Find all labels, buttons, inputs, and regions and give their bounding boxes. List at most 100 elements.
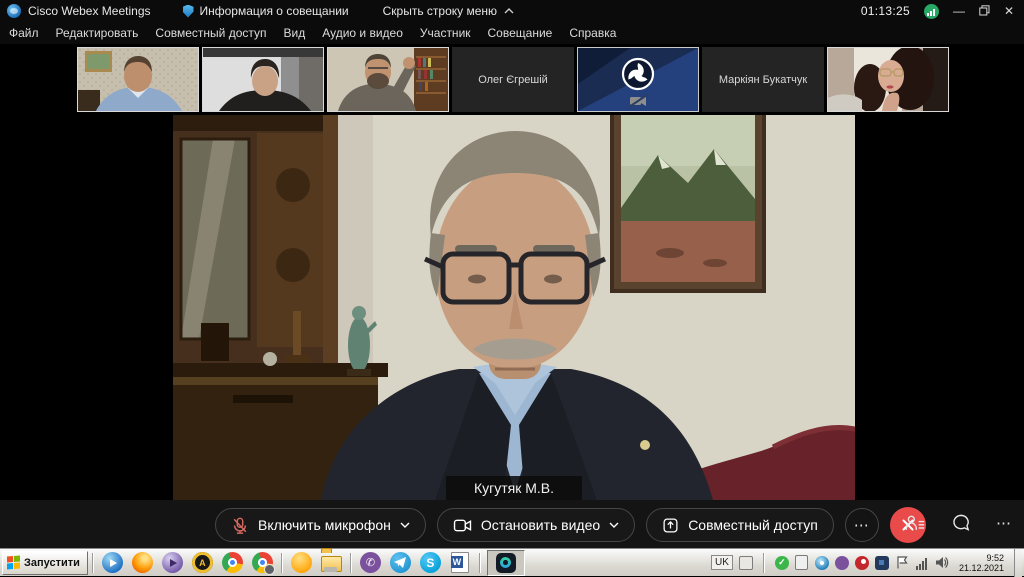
share-content-button[interactable]: Совместный доступ: [646, 508, 834, 542]
webex-taskbar-button-active[interactable]: [487, 550, 525, 576]
taskbar-separator: [479, 553, 481, 573]
kmplayer-icon[interactable]: [162, 552, 183, 573]
menu-item-file[interactable]: Файл: [9, 26, 39, 40]
menu-item-participant[interactable]: Участник: [420, 26, 471, 40]
tray-separator: [763, 553, 765, 573]
network-signal-icon[interactable]: [915, 556, 929, 570]
menu-item-edit[interactable]: Редактировать: [56, 26, 139, 40]
share-label: Совместный доступ: [688, 517, 818, 533]
keyboard-layout-icon[interactable]: [739, 556, 753, 570]
start-button[interactable]: Запустити: [2, 551, 88, 575]
action-center-flag-icon[interactable]: [895, 556, 909, 570]
tray-time: 9:52: [959, 553, 1004, 563]
menu-item-view[interactable]: Вид: [284, 26, 306, 40]
unmute-button[interactable]: Включить микрофон: [215, 508, 426, 542]
windows-taskbar: Запустити A ✆ S UK: [0, 548, 1024, 576]
participant-tile-video-1[interactable]: [77, 47, 199, 112]
webex-app-icon: [496, 553, 516, 573]
stop-video-label: Остановить видео: [481, 517, 600, 533]
more-options-button[interactable]: ⋯: [845, 508, 879, 542]
viber-tray-icon[interactable]: [835, 556, 849, 570]
stop-video-button[interactable]: Остановить видео: [437, 508, 635, 542]
chrome-canary-icon[interactable]: [291, 552, 312, 573]
language-indicator[interactable]: UK: [711, 555, 733, 570]
participant-video-thumbnail: [78, 48, 198, 111]
menubar: Файл Редактировать Совместный доступ Вид…: [0, 22, 1024, 44]
participants-panel-button[interactable]: [904, 513, 926, 532]
chat-panel-button[interactable]: [951, 513, 971, 532]
main-stage: Кугутяк М.В.: [0, 115, 1024, 500]
tray-date: 21.12.2021: [959, 563, 1004, 573]
chevron-up-icon: [504, 8, 514, 14]
menu-item-meeting[interactable]: Совещание: [488, 26, 553, 40]
menu-item-share[interactable]: Совместный доступ: [155, 26, 266, 40]
more-dots-icon: ⋯: [854, 516, 870, 534]
webex-logo-icon: [7, 4, 21, 18]
participant-tile-video-2[interactable]: [202, 47, 324, 112]
participant-tile-video-3[interactable]: [327, 47, 449, 112]
participant-tile-name-1[interactable]: Олег Єгрешій: [452, 47, 574, 112]
obs-thumbnail: [578, 48, 698, 111]
hide-menubar-label: Скрыть строку меню: [383, 4, 497, 18]
more-panels-button[interactable]: ⋯: [996, 514, 1012, 532]
skype-icon[interactable]: S: [420, 552, 441, 573]
participant-tile-obs[interactable]: [577, 47, 699, 112]
participant-tile-name-2[interactable]: Маркіян Букатчук: [702, 47, 824, 112]
system-tray: UK ✓ 9:52 21.12.2021: [711, 549, 1024, 576]
firefox-icon[interactable]: [132, 552, 153, 573]
participant-video-thumbnail: [328, 48, 448, 111]
camera-icon: [453, 518, 472, 533]
maximize-button[interactable]: [979, 5, 990, 18]
viber-icon[interactable]: ✆: [360, 552, 381, 573]
windows-logo-icon: [7, 556, 20, 570]
unmute-label: Включить микрофон: [258, 517, 391, 533]
aimp-icon[interactable]: A: [192, 552, 213, 573]
meeting-controlbar: Включить микрофон Остановить видео: [0, 500, 1024, 548]
start-label: Запустити: [24, 557, 80, 569]
obs-logo-icon: [623, 59, 653, 89]
tray-clock[interactable]: 9:52 21.12.2021: [955, 553, 1008, 573]
participant-video-thumbnail: [203, 48, 323, 111]
share-icon: [662, 517, 679, 534]
power-tray-icon[interactable]: [795, 555, 808, 570]
minimize-button[interactable]: —: [953, 5, 965, 17]
aimp-tray-icon[interactable]: [855, 556, 869, 570]
volume-icon[interactable]: [935, 556, 949, 570]
chrome-icon[interactable]: [222, 552, 243, 573]
maximize-icon: [979, 5, 990, 16]
media-player-icon[interactable]: [102, 552, 123, 573]
hide-menubar-button[interactable]: Скрыть строку меню: [383, 4, 514, 18]
word-icon[interactable]: [451, 552, 469, 573]
telegram-icon[interactable]: [390, 552, 411, 573]
menu-item-audio-video[interactable]: Аудио и видео: [322, 26, 403, 40]
meeting-timer: 01:13:25: [861, 4, 910, 18]
speaker-video-scene: [173, 115, 855, 500]
participant-tile-video-4[interactable]: [827, 47, 949, 112]
paper-plane-icon: [394, 557, 406, 568]
participant-name: Олег Єгрешій: [478, 74, 548, 86]
app-title: Cisco Webex Meetings: [28, 4, 151, 18]
window-titlebar: Cisco Webex Meetings Информация о совеща…: [0, 0, 1024, 22]
chevron-down-icon[interactable]: [400, 522, 410, 528]
utility-tray-icon[interactable]: [815, 556, 829, 570]
show-desktop-button[interactable]: [1014, 549, 1022, 577]
speaker-name-tag: Кугутяк М.В.: [446, 476, 582, 500]
participant-video-thumbnail: [828, 48, 948, 111]
meeting-info-shield-icon: [183, 5, 194, 18]
participant-filmstrip: Олег Єгрешій: [0, 44, 1024, 115]
menu-item-help[interactable]: Справка: [569, 26, 616, 40]
connection-quality-icon: [924, 4, 939, 19]
meeting-info-button[interactable]: Информация о совещании: [200, 4, 349, 18]
chrome-profile-icon[interactable]: [252, 552, 273, 573]
profile-badge: [264, 564, 275, 575]
webex-window: Cisco Webex Meetings Информация о совеща…: [0, 0, 1024, 576]
file-explorer-icon[interactable]: [321, 556, 342, 572]
taskbar-separator: [92, 553, 94, 573]
main-video-kugutyak[interactable]: Кугутяк М.В.: [173, 115, 855, 500]
app-tray-icon[interactable]: [875, 556, 889, 570]
taskbar-separator: [350, 553, 352, 573]
antivirus-tray-icon[interactable]: ✓: [775, 556, 789, 570]
chevron-down-icon[interactable]: [609, 522, 619, 528]
taskbar-separator: [281, 553, 283, 573]
close-button[interactable]: ✕: [1004, 5, 1014, 17]
